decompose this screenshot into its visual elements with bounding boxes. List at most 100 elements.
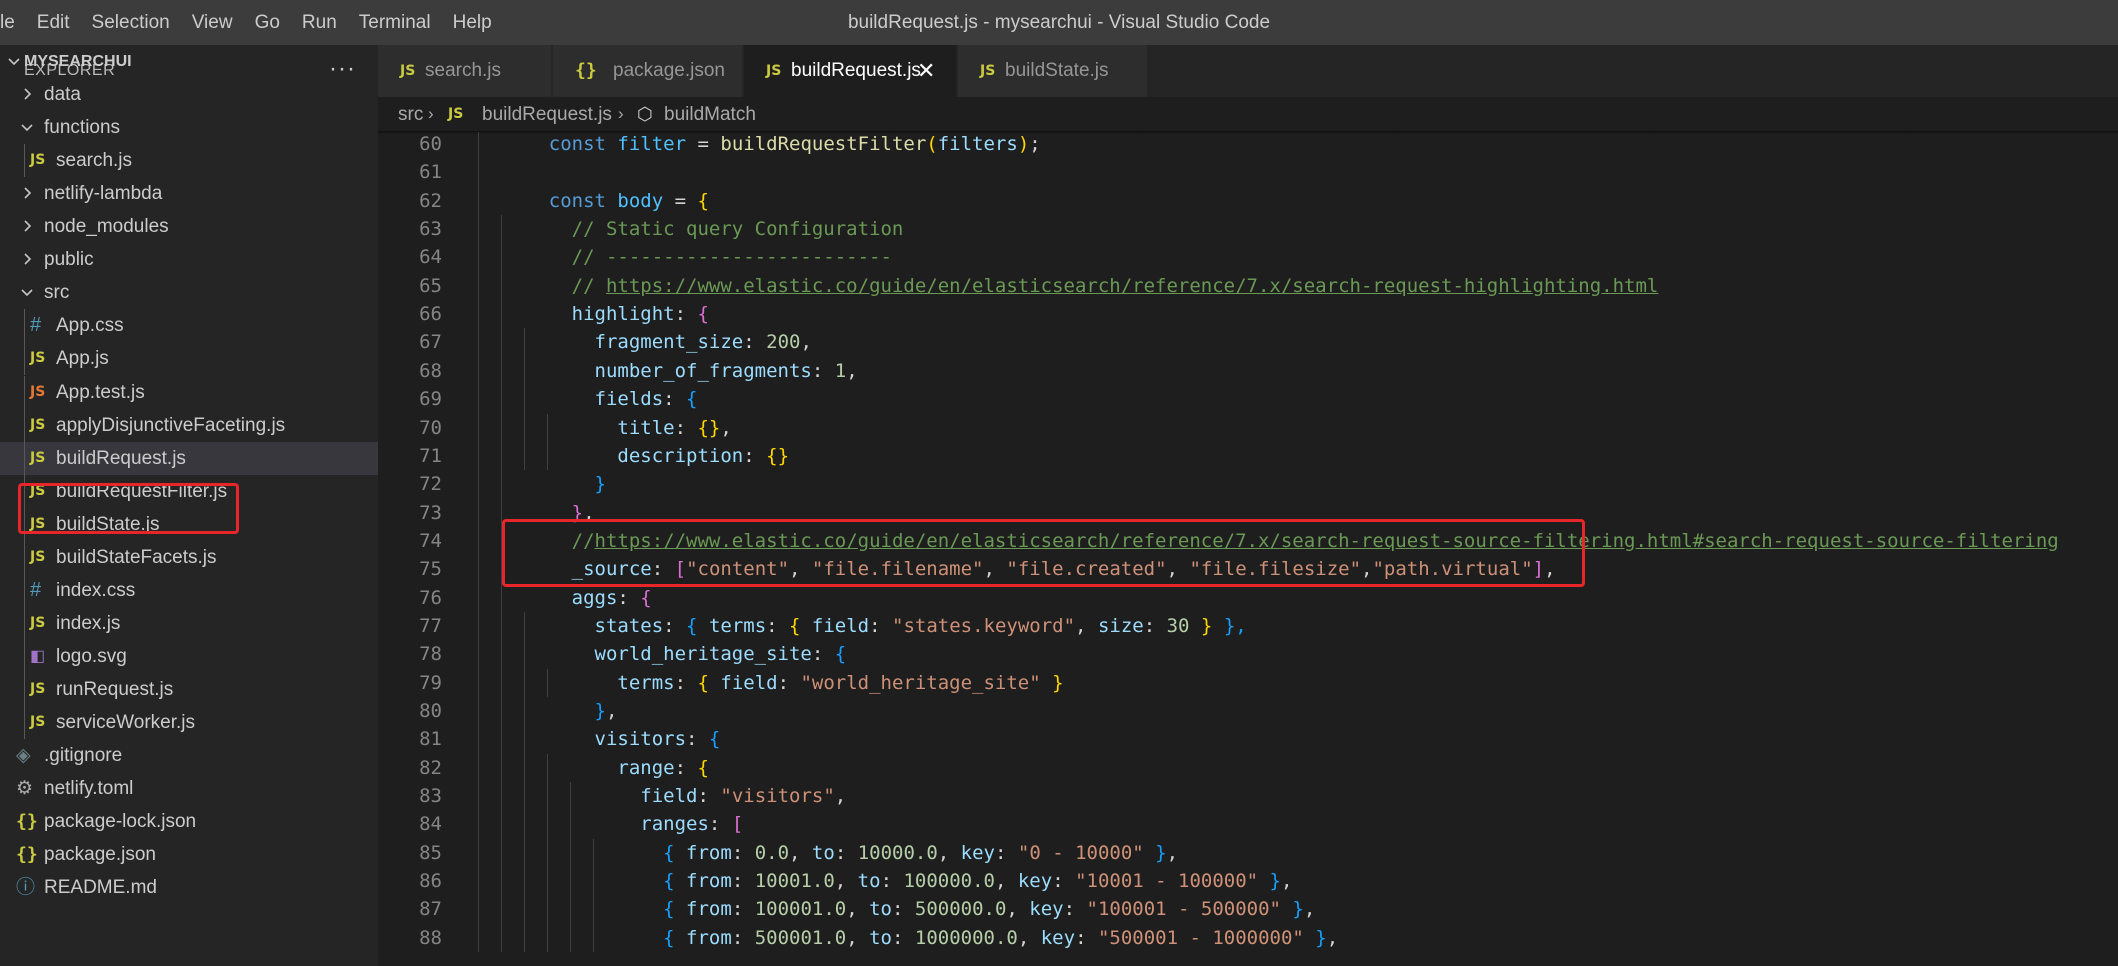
token: , [1544,558,1556,581]
tab-search-js[interactable]: JS search.js [378,45,552,97]
tree-item-index-css[interactable]: # index.css [0,573,378,607]
token: : [697,785,721,808]
menu-item-go[interactable]: Go [244,0,291,45]
chevron-down-icon [19,284,35,300]
tree-item-public[interactable]: public [0,243,378,276]
token: 200 [766,331,801,354]
menu-item-edit[interactable]: Edit [26,0,81,45]
tree-item-buildstatefacets-js[interactable]: JS buildStateFacets.js [0,540,378,574]
code-line: 68 number_of_fragments: 1, [378,357,2118,385]
token: , [983,558,1007,581]
git-icon: ◈ [16,745,31,767]
line-text: }, [503,499,595,527]
line-text: states: { terms: { field: "states.keywor… [503,612,1247,640]
token: }, [1212,614,1247,637]
token: , [1166,841,1179,864]
tree-item-node-modules[interactable]: node_modules [0,210,378,243]
tree-item-netlify-lambda[interactable]: netlify-lambda [0,177,378,210]
line-text: { from: 0.0, to: 10000.0, key: "0 - 1000… [503,839,1178,867]
project-root[interactable]: MYSEARCHUI [0,45,378,78]
tree-item-label: buildStateFacets.js [56,546,217,568]
code-line: 60 const filter = buildRequestFilter(fil… [378,132,2118,158]
tree-item-label: buildRequest.js [56,447,186,469]
tree-item-src[interactable]: src [0,276,378,309]
token: { [697,189,709,212]
tree-item-runrequest-js[interactable]: JS runRequest.js [0,673,378,707]
chevron-right-icon [19,185,35,201]
token: , [1017,926,1041,949]
tree-item-buildrequestfilter-js[interactable]: JS buildRequestFilter.js [0,474,378,508]
tree-item-label: search.js [56,150,133,172]
token: : [731,870,755,893]
token: fields [594,388,664,411]
token: 100001.0 [754,898,847,921]
tree-item-package-json[interactable]: {} package.json [0,838,378,871]
tab-package-json[interactable]: {} package.json [553,45,743,97]
indent-guide [24,673,25,707]
tree-item-applydisjunctivefaceting-js[interactable]: JS applyDisjunctiveFaceting.js [0,408,378,442]
tree-item-functions[interactable]: functions [0,111,378,144]
breadcrumb-file[interactable]: buildRequest.js [482,97,612,132]
code-line: 69 fields: { [378,385,2118,413]
indent-guide [24,606,25,640]
tab-buildstate-js[interactable]: JS buildState.js [958,45,1148,97]
js-file-icon: JS [30,548,46,565]
menu-item-le[interactable]: le [0,0,26,45]
tree-item-buildstate-js[interactable]: JS buildState.js [0,507,378,541]
line-text: terms: { field: "world_heritage_site" } [503,669,1063,697]
tree-item-serviceworker-js[interactable]: JS serviceWorker.js [0,706,378,740]
token: "file.filesize" [1189,558,1362,581]
tree-item-label: index.css [56,579,136,601]
tree-item-app-js[interactable]: JS App.js [0,342,378,376]
tree-item-readme-md[interactable]: ⓘ README.md [0,871,378,904]
tree-item-app-css[interactable]: # App.css [0,309,378,343]
code-line: 80 }, [378,697,2118,725]
indent-guide [24,640,25,674]
js-file-icon: JS [30,714,46,731]
token: : [674,303,698,326]
tree-item-logo-svg[interactable]: ◧ logo.svg [0,640,378,674]
tab-buildrequest-js[interactable]: JS buildRequest.js ✕ [744,45,957,97]
line-text: }, [503,697,618,725]
tree-item--gitignore[interactable]: ◈ .gitignore [0,739,378,772]
line-number: 88 [419,926,442,949]
token: { [697,671,721,694]
json-file-icon: {} [575,60,597,81]
menu-item-help[interactable]: Help [442,0,503,45]
token: field [720,671,778,694]
token: : [686,728,709,751]
menu-item-terminal[interactable]: Terminal [348,0,442,45]
tree-item-netlify-toml[interactable]: ⚙ netlify.toml [0,772,378,805]
tree-item-label: serviceWorker.js [56,712,196,734]
breadcrumb-symbol[interactable]: buildMatch [664,97,756,132]
tree-item-index-js[interactable]: JS index.js [0,606,378,640]
token: : [1063,898,1087,921]
indent-guide [24,507,25,541]
code-line: 63 // Static query Configuration [378,215,2118,243]
tree-item-app-test-js[interactable]: JS App.test.js [0,375,378,409]
indent-guide [593,838,594,953]
line-number: 74 [419,529,442,552]
line-number: 76 [419,586,442,609]
line-text: // ------------------------- [503,243,892,271]
token: { [663,898,687,921]
js-file-icon: JS [980,63,996,79]
code-editor[interactable]: 60 const filter = buildRequestFilter(fil… [378,132,2118,966]
tree-item-package-lock-json[interactable]: {} package-lock.json [0,805,378,838]
menu-item-view[interactable]: View [181,0,244,45]
line-text: ranges: [ [503,810,743,838]
tree-item-search-js[interactable]: JS search.js [0,144,378,178]
line-text: fragment_size: 200, [503,328,812,356]
menu-item-run[interactable]: Run [291,0,348,45]
editor-tab-bar: JS search.js {} package.json JS buildRequest.… [378,45,2118,97]
token: ; [1029,133,1041,155]
close-icon[interactable]: ✕ [917,45,935,97]
tree-item-buildrequest-js[interactable]: JS buildRequest.js [0,441,378,475]
menu-item-selection[interactable]: Selection [81,0,181,45]
breadcrumb-folder[interactable]: src [398,97,423,132]
tree-item-data[interactable]: data [0,78,378,111]
tree-item-label: public [44,249,94,271]
